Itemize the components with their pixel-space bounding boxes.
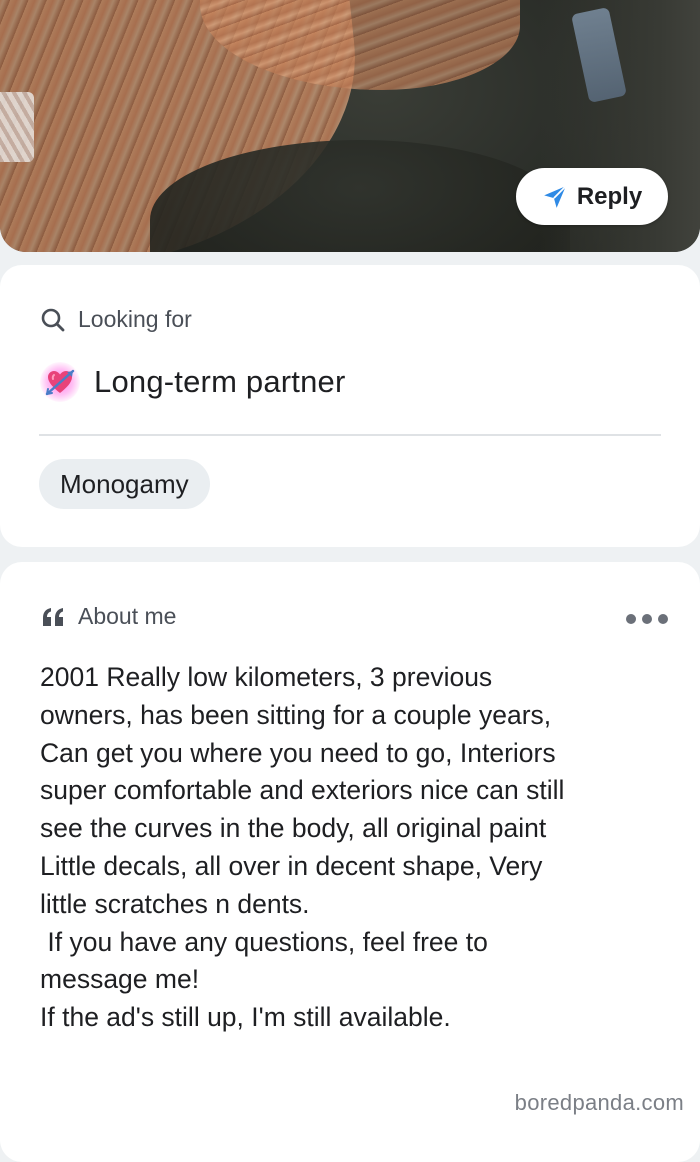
watermark: boredpanda.com	[514, 1090, 684, 1115]
divider	[39, 434, 661, 436]
search-icon	[40, 307, 66, 333]
more-options-dot	[658, 614, 668, 624]
about-me-text: 2001 Really low kilometers, 3 previous o…	[40, 662, 565, 1033]
looking-for-value-label: Long-term partner	[94, 364, 346, 399]
more-options-dot	[626, 614, 636, 624]
monogamy-tag-label: Monogamy	[60, 468, 189, 499]
looking-for-heading-label: Looking for	[78, 306, 192, 332]
send-arrow-icon	[542, 184, 568, 210]
looking-for-value: Long-term partner	[40, 362, 346, 402]
about-me-heading-label: About me	[78, 603, 177, 629]
about-me-heading: About me	[40, 603, 176, 630]
quote-icon	[40, 606, 66, 628]
more-options-icon[interactable]	[626, 608, 668, 630]
reply-button-label: Reply	[576, 182, 643, 210]
photo-detail-left	[0, 92, 34, 162]
looking-for-heading: Looking for	[40, 306, 192, 333]
monogamy-tag: Monogamy	[39, 459, 210, 509]
heart-with-arrow-icon	[40, 362, 80, 402]
more-options-dot	[642, 614, 652, 624]
reply-button[interactable]: Reply	[516, 168, 668, 225]
